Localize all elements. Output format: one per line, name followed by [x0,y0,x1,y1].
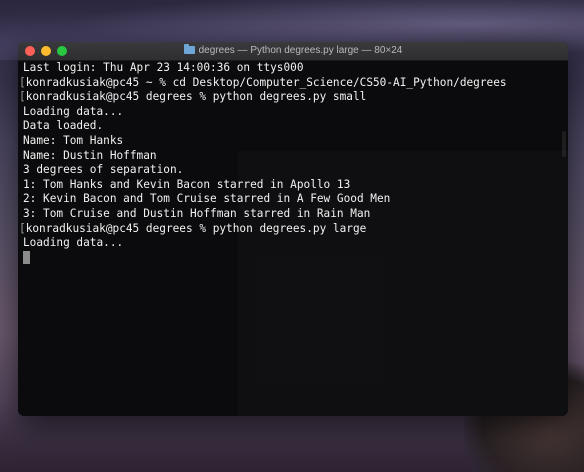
title-bar[interactable]: degrees — Python degrees.py large — 80×2… [18,42,568,61]
scrollbar[interactable] [562,131,566,157]
prompt-marker: [ [19,90,26,104]
terminal-line: Data loaded. [23,119,104,133]
prompt-marker: [ [19,221,26,235]
terminal-line: Loading data... [23,104,124,118]
terminal-screen[interactable]: Last login: Thu Apr 23 14:00:36 on ttys0… [18,61,568,416]
terminal-line: Last login: Thu Apr 23 14:00:36 on ttys0… [23,61,304,74]
folder-icon [183,44,195,54]
prompt-marker: [ [19,75,26,89]
terminal-line: [konradkusiak@pc45 ~ % cd Desktop/Comput… [19,75,507,89]
window-title-text: degrees — Python degrees.py large — 80×2… [198,45,403,56]
terminal-line: [konradkusiak@pc45 degrees % python degr… [19,90,367,104]
terminal-line: Name: Tom Hanks [23,133,124,147]
text-cursor [23,250,30,264]
background-ghost-window [238,151,568,416]
window-title: degrees — Python degrees.py large — 80×2… [18,44,568,58]
terminal-window[interactable]: degrees — Python degrees.py large — 80×2… [18,42,568,416]
